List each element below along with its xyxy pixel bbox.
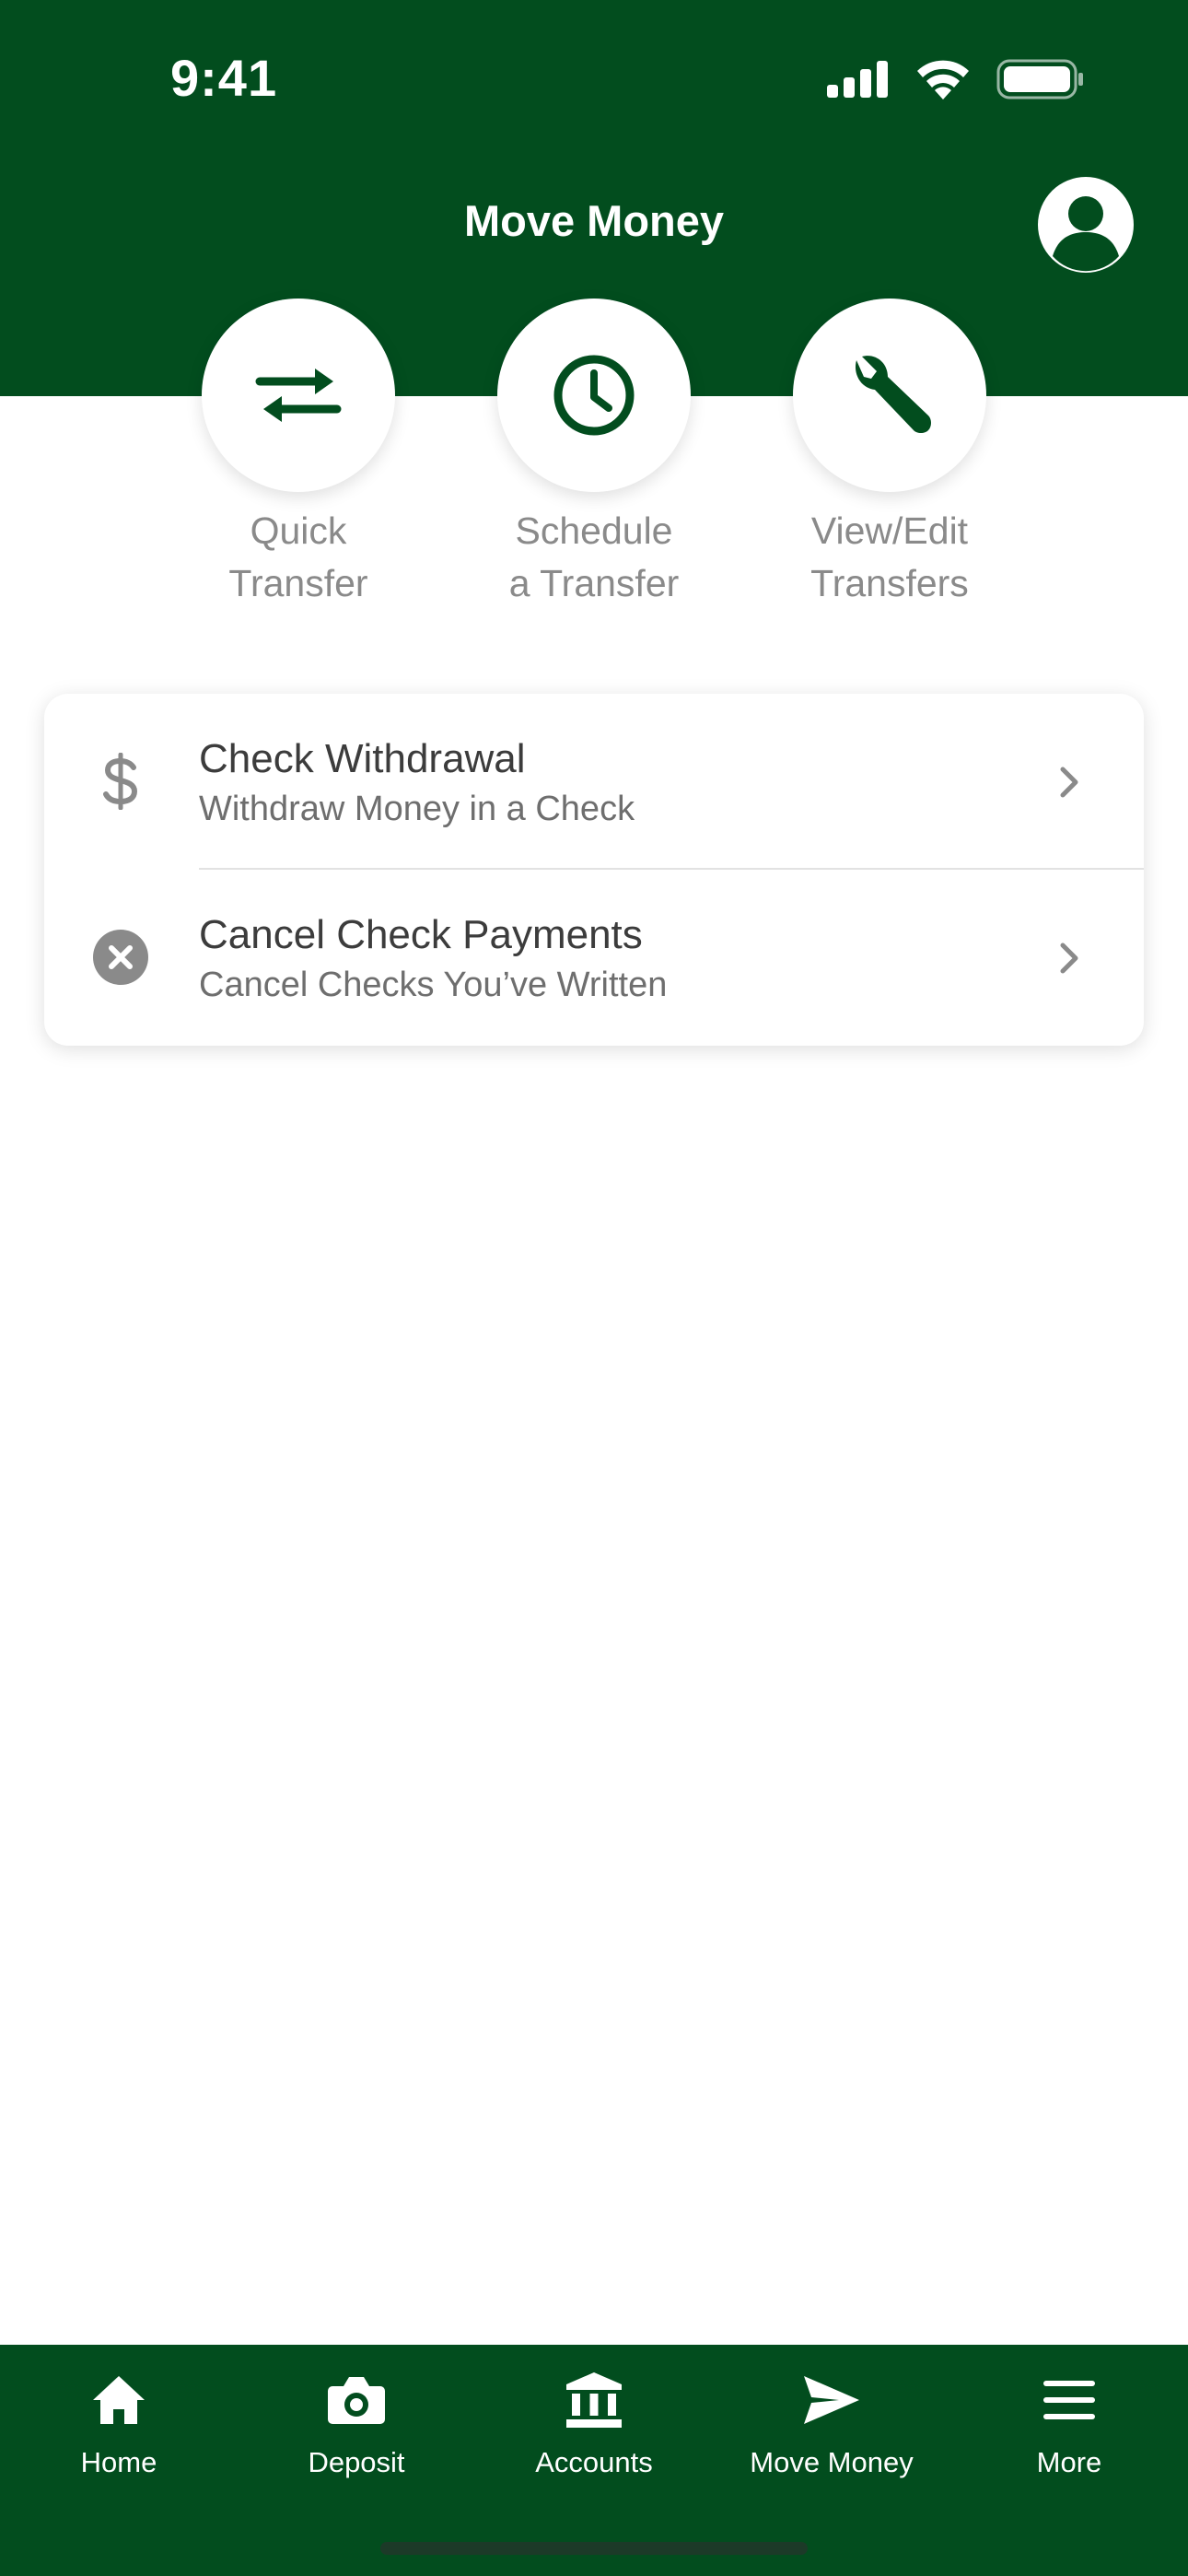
tab-more[interactable]: More [950,2345,1188,2511]
status-bar: 9:41 [0,0,1188,157]
quick-transfer-label-line1: Quick [250,509,347,552]
cancel-check-payments-row[interactable]: Cancel Check Payments Cancel Checks You’… [44,870,1144,1045]
home-indicator [380,2542,808,2555]
cellular-signal-icon [827,61,888,98]
tab-home-label: Home [80,2446,157,2478]
options-card: Check Withdrawal Withdraw Money in a Che… [44,694,1144,1046]
camera-icon [324,2368,389,2432]
quick-transfer-button[interactable]: Quick Transfer [160,299,437,610]
schedule-transfer-button[interactable]: Schedule a Transfer [456,299,732,610]
schedule-transfer-label-line1: Schedule [515,509,673,552]
tab-home[interactable]: Home [0,2345,238,2511]
menu-icon [1037,2368,1101,2432]
schedule-transfer-label-line2: a Transfer [508,562,680,604]
tab-more-label: More [1036,2446,1102,2478]
send-icon [799,2368,864,2432]
tab-deposit[interactable]: Deposit [238,2345,475,2511]
schedule-transfer-label: Schedule a Transfer [456,505,732,610]
quick-actions: Quick Transfer Schedule a Transfer View/… [0,299,1188,630]
status-icons [827,59,1085,100]
view-edit-transfers-button[interactable]: View/Edit Transfers [751,299,1028,610]
wrench-icon [855,356,931,433]
schedule-transfer-circle [497,299,691,492]
quick-transfer-circle [202,299,395,492]
battery-icon [996,59,1083,100]
quick-transfer-label: Quick Transfer [160,505,437,610]
view-edit-transfers-label-line1: View/Edit [810,509,969,552]
dollar-icon [92,753,149,810]
cancel-circle-icon [92,929,149,986]
check-withdrawal-subtitle: Withdraw Money in a Check [199,790,635,828]
view-edit-transfers-label-line2: Transfers [810,562,969,604]
user-profile-icon [1053,196,1119,272]
wifi-icon [917,60,969,100]
cancel-check-payments-subtitle: Cancel Checks You’ve Written [199,966,668,1004]
home-icon [87,2368,151,2432]
tab-accounts-label: Accounts [535,2446,653,2478]
cancel-check-payments-title: Cancel Check Payments [199,912,643,957]
tab-deposit-label: Deposit [308,2446,405,2478]
tab-accounts[interactable]: Accounts [475,2345,713,2511]
view-edit-transfers-circle [793,299,986,492]
tab-move-money-label: Move Money [750,2446,914,2478]
transfer-arrows-icon [255,369,342,422]
chevron-right-icon [1060,943,1078,974]
profile-button[interactable] [1038,177,1134,273]
bank-icon [562,2368,626,2432]
clock-icon [553,355,635,436]
page-title: Move Money [463,196,725,245]
check-withdrawal-row[interactable]: Check Withdrawal Withdraw Money in a Che… [44,694,1144,870]
quick-transfer-label-line2: Transfer [228,562,368,604]
check-withdrawal-title: Check Withdrawal [199,736,526,781]
chevron-right-icon [1060,767,1078,798]
status-time: 9:41 [170,49,278,107]
view-edit-transfers-label: View/Edit Transfers [751,505,1028,610]
tab-move-money[interactable]: Move Money [713,2345,950,2511]
